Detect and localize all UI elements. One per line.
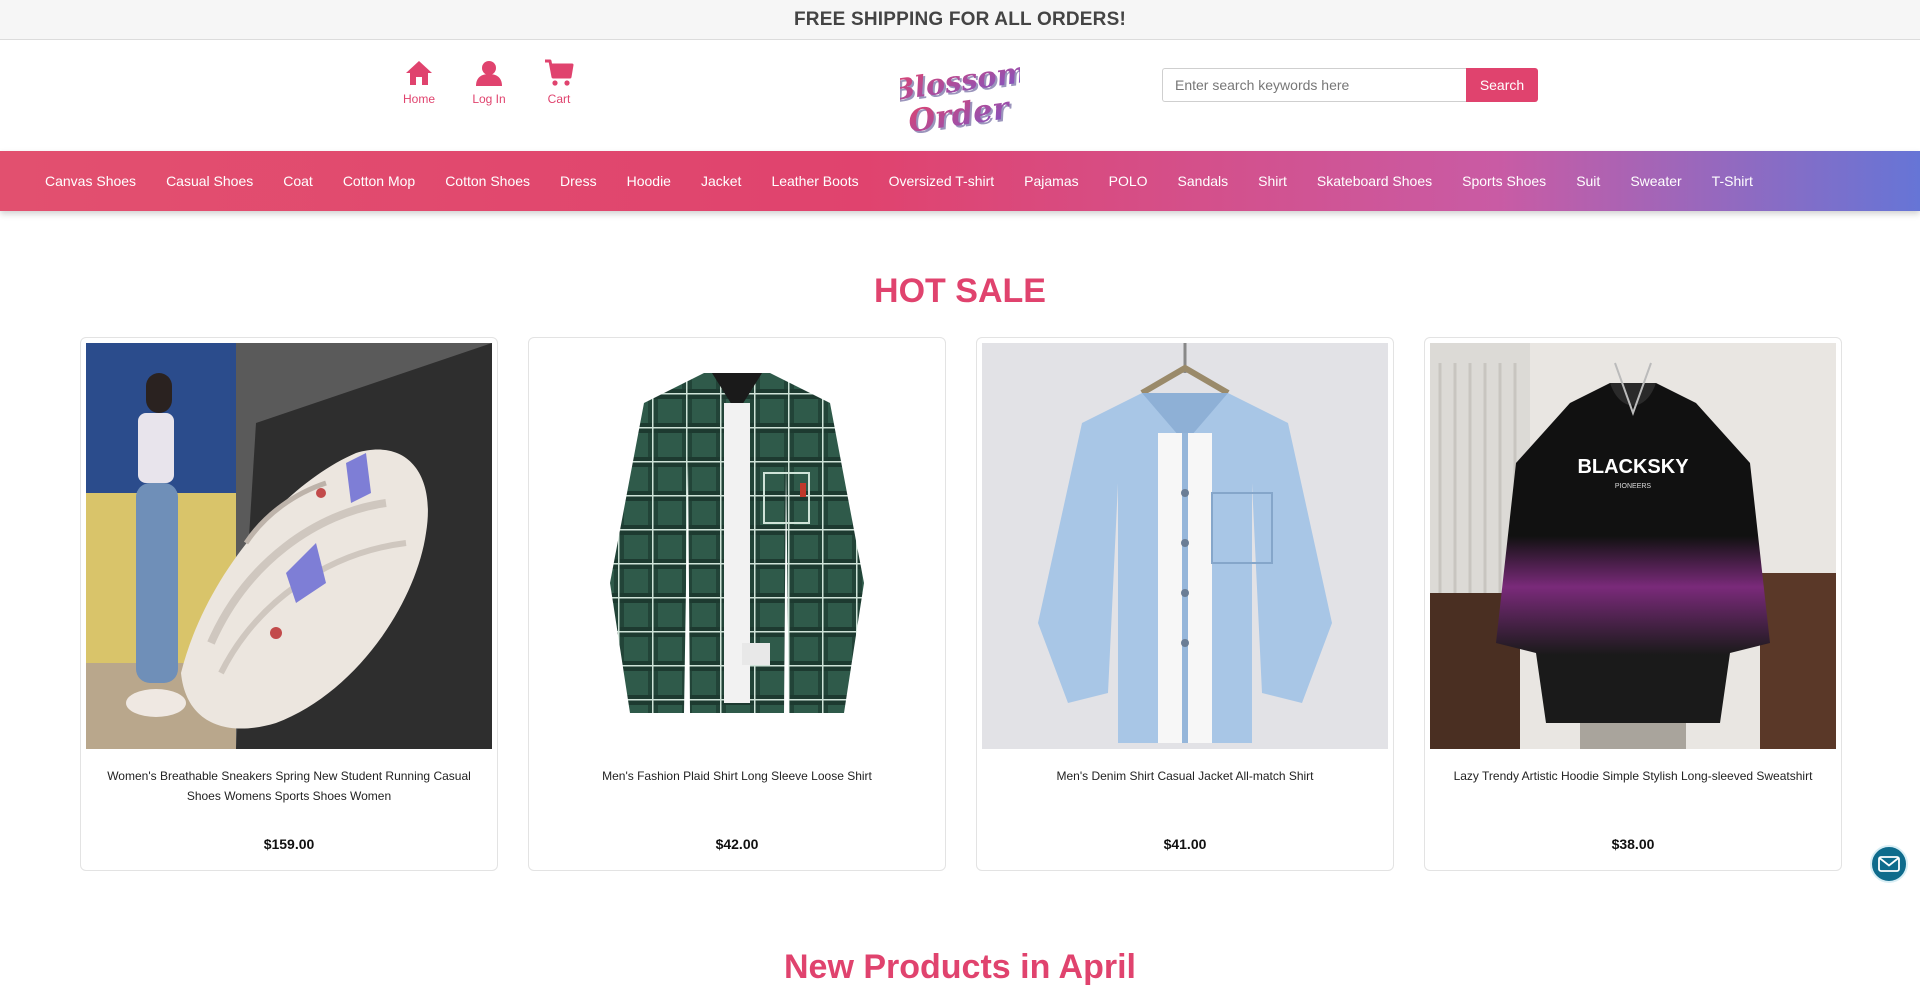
new-products-title: New Products in April (783, 948, 1136, 986)
contact-mail-button[interactable] (1870, 845, 1908, 883)
quick-links: Home Log In Cart (384, 58, 594, 106)
mail-icon (1878, 856, 1900, 872)
category-link-hoodie[interactable]: Hoodie (627, 173, 671, 189)
denim-shirt-photo[interactable] (982, 343, 1388, 749)
product-card[interactable]: Men's Fashion Plaid Shirt Long Sleeve Lo… (528, 337, 946, 871)
shipping-banner-text: FREE SHIPPING FOR ALL ORDERS! (794, 8, 1126, 30)
category-link-coat[interactable]: Coat (283, 173, 313, 189)
hoodie-photo[interactable]: BLACKSKY PIONEERS (1430, 343, 1836, 749)
product-name[interactable]: Lazy Trendy Artistic Hoodie Simple Styli… (1430, 766, 1836, 810)
login-link-label: Log In (472, 92, 506, 106)
plaid-shirt-photo[interactable] (534, 343, 940, 749)
product-name[interactable]: Men's Fashion Plaid Shirt Long Sleeve Lo… (534, 766, 940, 810)
category-link-cotton-mop[interactable]: Cotton Mop (343, 173, 415, 189)
category-link-sandals[interactable]: Sandals (1178, 173, 1229, 189)
category-link-skateboard-shoes[interactable]: Skateboard Shoes (1317, 173, 1432, 189)
product-name[interactable]: Women's Breathable Sneakers Spring New S… (86, 766, 492, 810)
search-bar: Search (1162, 68, 1538, 102)
cart-icon (545, 59, 574, 86)
site-header: Home Log In Cart Blossom Blossom Order O… (0, 40, 1920, 151)
login-link[interactable]: Log In (454, 58, 524, 106)
hoodie-print-text: BLACKSKY (1577, 456, 1689, 478)
hoodie-print-sub: PIONEERS (1615, 483, 1652, 490)
product-price: $42.00 (715, 836, 759, 852)
product-card[interactable]: Women's Breathable Sneakers Spring New S… (80, 337, 498, 871)
product-price: $41.00 (1163, 836, 1207, 852)
category-link-dress[interactable]: Dress (560, 173, 597, 189)
home-link-label: Home (402, 92, 435, 106)
category-link-oversized-t-shirt[interactable]: Oversized T-shirt (889, 173, 995, 189)
sneakers-photo[interactable] (86, 343, 492, 749)
product-card[interactable]: BLACKSKY PIONEERS Lazy Trendy Artistic H… (1424, 337, 1842, 871)
category-link-polo[interactable]: POLO (1109, 173, 1148, 189)
product-name[interactable]: Men's Denim Shirt Casual Jacket All-matc… (982, 766, 1388, 810)
blossom-order-logo[interactable]: Blossom Blossom Order Order (900, 55, 1020, 137)
product-card[interactable]: Men's Denim Shirt Casual Jacket All-matc… (976, 337, 1394, 871)
category-link-pajamas[interactable]: Pajamas (1024, 173, 1078, 189)
category-link-canvas-shoes[interactable]: Canvas Shoes (45, 173, 136, 189)
category-link-sports-shoes[interactable]: Sports Shoes (1462, 173, 1546, 189)
category-nav: Canvas Shoes Casual Shoes Coat Cotton Mop Co… (0, 151, 1920, 211)
shipping-banner: FREE SHIPPING FOR ALL ORDERS! (0, 0, 1920, 40)
category-link-shirt[interactable]: Shirt (1258, 173, 1287, 189)
category-link-t-shirt[interactable]: T-Shirt (1712, 173, 1753, 189)
home-link[interactable]: Home (384, 58, 454, 106)
category-link-leather-boots[interactable]: Leather Boots (771, 173, 858, 189)
search-button[interactable]: Search (1466, 68, 1538, 102)
home-icon (406, 61, 432, 85)
category-link-cotton-shoes[interactable]: Cotton Shoes (445, 173, 530, 189)
category-link-casual-shoes[interactable]: Casual Shoes (166, 173, 253, 189)
hot-sale-title: HOT SALE (874, 272, 1046, 310)
product-price: $38.00 (1611, 836, 1655, 852)
category-link-suit[interactable]: Suit (1576, 173, 1600, 189)
product-price: $159.00 (263, 836, 315, 852)
cart-link-label: Cart (547, 92, 571, 106)
category-link-sweater[interactable]: Sweater (1630, 173, 1681, 189)
search-input[interactable] (1162, 68, 1466, 102)
hot-sale-products: Women's Breathable Sneakers Spring New S… (0, 337, 1920, 871)
category-link-jacket[interactable]: Jacket (701, 173, 741, 189)
cart-link[interactable]: Cart (524, 58, 594, 106)
user-icon (476, 61, 502, 86)
